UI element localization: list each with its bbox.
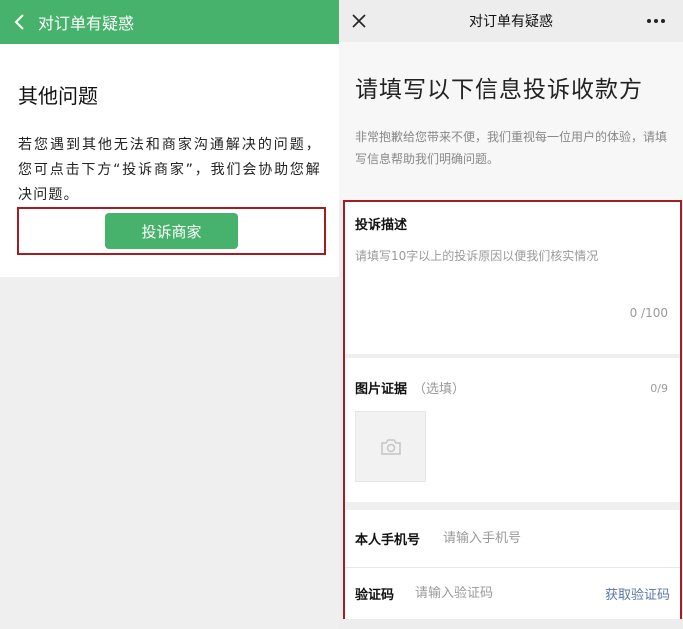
char-count: 0 /100: [629, 306, 668, 320]
right-header: 对订单有疑惑: [339, 0, 683, 42]
phone-input[interactable]: [443, 531, 670, 546]
camera-icon: [380, 438, 401, 455]
image-count: 0/9: [650, 382, 668, 395]
complaint-intro-desc: 非常抱歉给您带来不便，我们重视每一位用户的体验，请填写信息帮助我们明确问题。: [355, 130, 668, 166]
complain-highlight-box: 投诉商家: [17, 207, 326, 255]
complaint-title: 请填写以下信息投诉收款方: [355, 77, 643, 103]
left-header-title: 对订单有疑惑: [38, 14, 135, 33]
phone-row: 本人手机号: [345, 510, 680, 568]
complain-merchant-button[interactable]: 投诉商家: [105, 213, 238, 249]
other-issues-heading: 其他问题: [18, 84, 98, 108]
phone-label: 本人手机号: [355, 533, 421, 548]
code-label: 验证码: [355, 588, 395, 603]
image-evidence-label-text: 图片证据: [355, 382, 408, 397]
close-icon[interactable]: [351, 13, 367, 29]
more-dots-icon[interactable]: [647, 19, 665, 23]
left-header: 对订单有疑惑: [0, 0, 339, 44]
image-evidence-section: 图片证据 （选填） 0/9: [345, 358, 680, 502]
get-code-button[interactable]: 获取验证码: [605, 584, 670, 603]
chevron-left-icon[interactable]: [10, 12, 30, 32]
add-photo-button[interactable]: [355, 411, 426, 482]
description-section[interactable]: 投诉描述 请填写10字以上的投诉原因以便我们核实情况 0 /100: [345, 202, 680, 354]
right-panel: 对订单有疑惑 请填写以下信息投诉收款方 非常抱歉给您带来不便，我们重视每一位用户…: [339, 0, 683, 629]
optional-tag: （选填）: [413, 382, 466, 397]
code-row: 验证码 获取验证码: [345, 568, 680, 619]
description-textarea[interactable]: 请填写10字以上的投诉原因以便我们核实情况: [355, 247, 670, 264]
description-label: 投诉描述: [355, 218, 408, 233]
right-header-title: 对订单有疑惑: [469, 14, 553, 30]
other-issues-description: 若您遇到其他无法和商家沟通解决的问题，您可点击下方“投诉商家”，我们会协助您解决…: [18, 137, 321, 203]
code-input[interactable]: [415, 586, 605, 601]
complaint-form: 投诉描述 请填写10字以上的投诉原因以便我们核实情况 0 /100 图片证据 （选…: [343, 200, 682, 619]
left-panel: 对订单有疑惑 其他问题 若您遇到其他无法和商家沟通解决的问题，您可点击下方“投诉…: [0, 0, 339, 629]
complaint-intro: 请填写以下信息投诉收款方 非常抱歉给您带来不便，我们重视每一位用户的体验，请填写…: [339, 42, 683, 200]
image-evidence-label: 图片证据 （选填）: [355, 378, 670, 397]
